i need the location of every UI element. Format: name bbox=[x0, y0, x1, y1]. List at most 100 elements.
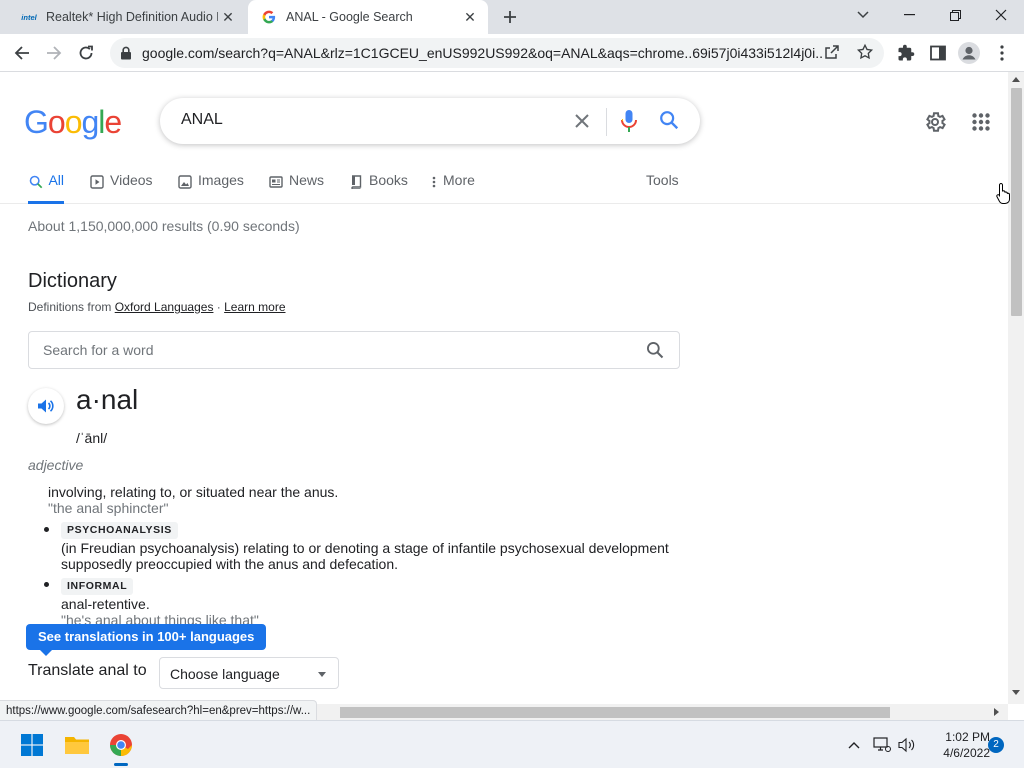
tab-strip: intel Realtek* High Definition Audio D ✕… bbox=[0, 0, 1024, 34]
tab-label: All bbox=[48, 172, 64, 188]
tab-label: Books bbox=[369, 172, 408, 188]
part-of-speech: adjective bbox=[28, 457, 84, 473]
taskbar-clock[interactable]: 1:02 PM 4/6/2022 bbox=[926, 729, 990, 761]
close-window-button[interactable] bbox=[978, 0, 1024, 30]
tab-label: More bbox=[443, 172, 475, 188]
search-input[interactable]: ANAL bbox=[181, 111, 223, 129]
bookmark-star-icon[interactable] bbox=[856, 43, 874, 66]
tools-button[interactable]: Tools bbox=[646, 172, 679, 188]
volume-icon[interactable] bbox=[897, 735, 917, 755]
chrome-menu-icon[interactable] bbox=[988, 39, 1016, 67]
lock-icon[interactable] bbox=[120, 46, 132, 65]
voice-search-mic-icon[interactable] bbox=[620, 109, 638, 138]
close-tab-icon[interactable]: ✕ bbox=[460, 7, 480, 27]
definition-1: involving, relating to, or situated near… bbox=[48, 484, 339, 500]
browser-tab-realtek[interactable]: intel Realtek* High Definition Audio D ✕ bbox=[8, 0, 246, 34]
dictionary-source: Definitions from Oxford Languages · Lear… bbox=[28, 300, 286, 314]
hand-cursor-icon bbox=[996, 182, 1012, 209]
forward-button[interactable] bbox=[40, 39, 68, 67]
active-app-indicator bbox=[114, 763, 128, 766]
profile-avatar-icon[interactable] bbox=[955, 39, 983, 67]
tab-label: Images bbox=[198, 172, 244, 188]
word-search-icon[interactable] bbox=[645, 340, 665, 365]
browser-tab-google-search[interactable]: ANAL - Google Search ✕ bbox=[248, 0, 488, 34]
image-icon bbox=[177, 174, 193, 190]
learn-more-link[interactable]: Learn more bbox=[224, 300, 285, 314]
language-select-value: Choose language bbox=[170, 666, 280, 682]
extensions-icon[interactable] bbox=[892, 39, 920, 67]
tray-overflow-chevron-icon[interactable] bbox=[844, 735, 864, 755]
tab-search-icon[interactable] bbox=[840, 0, 886, 30]
word-search-field[interactable]: Search for a word bbox=[28, 331, 680, 369]
search-box[interactable]: ANAL bbox=[160, 98, 700, 144]
scroll-down-arrow-icon[interactable] bbox=[1012, 690, 1020, 695]
book-icon bbox=[348, 174, 364, 190]
word-search-placeholder: Search for a word bbox=[43, 342, 154, 358]
tab-label: News bbox=[289, 172, 325, 188]
address-url[interactable]: google.com/search?q=ANAL&rlz=1C1GCEU_enU… bbox=[142, 45, 822, 61]
list-bullet bbox=[44, 527, 49, 532]
search-nav-tabs: All Videos Images News Books More Tools bbox=[0, 164, 1008, 204]
video-icon bbox=[89, 174, 105, 190]
oxford-languages-link[interactable]: Oxford Languages bbox=[115, 300, 214, 314]
tab-more[interactable]: More bbox=[430, 172, 475, 204]
translate-label: Translate anal to bbox=[28, 662, 147, 679]
clock-time: 1:02 PM bbox=[945, 730, 990, 744]
vertical-scroll-thumb[interactable] bbox=[1011, 88, 1022, 316]
new-tab-button[interactable] bbox=[498, 5, 522, 29]
dropdown-arrow-icon bbox=[318, 672, 326, 677]
tab-images[interactable]: Images bbox=[177, 172, 244, 204]
clock-date: 4/6/2022 bbox=[943, 746, 990, 760]
translations-tooltip[interactable]: See translations in 100+ languages bbox=[26, 624, 267, 656]
search-submit-icon[interactable] bbox=[658, 109, 680, 136]
restore-button[interactable] bbox=[932, 0, 978, 30]
tab-title: Realtek* High Definition Audio D bbox=[46, 10, 218, 24]
clear-search-icon[interactable] bbox=[570, 109, 594, 133]
scroll-right-arrow-icon[interactable] bbox=[994, 708, 999, 716]
reload-button[interactable] bbox=[72, 39, 100, 67]
result-stats: About 1,150,000,000 results (0.90 second… bbox=[28, 218, 300, 234]
source-separator: · bbox=[213, 300, 225, 314]
dictionary-title: Dictionary bbox=[28, 270, 117, 292]
browser-toolbar: google.com/search?q=ANAL&rlz=1C1GCEU_enU… bbox=[0, 34, 1024, 72]
close-tab-icon[interactable]: ✕ bbox=[218, 7, 238, 27]
side-panel-icon[interactable] bbox=[924, 39, 952, 67]
tab-title: ANAL - Google Search bbox=[286, 10, 413, 24]
google-logo[interactable]: Google bbox=[24, 104, 122, 141]
pronunciation-speaker-icon[interactable] bbox=[28, 388, 64, 424]
more-vert-icon bbox=[430, 174, 438, 190]
intel-logo-icon: intel bbox=[21, 12, 37, 22]
headword: a·nal bbox=[76, 384, 139, 415]
tab-all[interactable]: All bbox=[28, 172, 64, 204]
vertical-scrollbar[interactable] bbox=[1008, 72, 1024, 704]
address-bar[interactable]: google.com/search?q=ANAL&rlz=1C1GCEU_enU… bbox=[110, 38, 884, 68]
notification-badge[interactable]: 2 bbox=[988, 737, 1004, 753]
network-icon[interactable] bbox=[872, 735, 892, 755]
language-select[interactable]: Choose language bbox=[159, 657, 339, 689]
windows-taskbar: 1:02 PM 4/6/2022 2 bbox=[0, 720, 1024, 768]
search-divider bbox=[606, 108, 607, 136]
definition-3: anal-retentive. bbox=[61, 596, 150, 612]
file-explorer-icon[interactable] bbox=[59, 727, 95, 763]
tab-news[interactable]: News bbox=[268, 172, 324, 204]
usage-tag: INFORMAL bbox=[61, 578, 134, 595]
scroll-up-arrow-icon[interactable] bbox=[1012, 77, 1020, 82]
tab-label: Videos bbox=[110, 172, 153, 188]
share-icon[interactable] bbox=[824, 44, 840, 65]
chrome-taskbar-icon[interactable] bbox=[103, 727, 139, 763]
horizontal-scroll-thumb[interactable] bbox=[340, 707, 890, 718]
minimize-button[interactable] bbox=[886, 0, 932, 30]
settings-gear-icon[interactable] bbox=[921, 108, 949, 136]
windows-start-icon[interactable] bbox=[14, 727, 50, 763]
tab-videos[interactable]: Videos bbox=[89, 172, 153, 204]
tab-books[interactable]: Books bbox=[348, 172, 408, 204]
phonetic: /ˈānl/ bbox=[76, 430, 108, 446]
example-1: "the anal sphincter" bbox=[48, 500, 169, 516]
back-button[interactable] bbox=[8, 39, 36, 67]
source-prefix: Definitions from bbox=[28, 300, 115, 314]
list-bullet bbox=[44, 582, 49, 587]
usage-tag: PSYCHOANALYSIS bbox=[61, 522, 178, 539]
status-bar-url: https://www.google.com/safesearch?hl=en&… bbox=[0, 700, 318, 722]
google-apps-grid-icon[interactable] bbox=[967, 108, 995, 136]
google-g-icon bbox=[260, 10, 278, 24]
